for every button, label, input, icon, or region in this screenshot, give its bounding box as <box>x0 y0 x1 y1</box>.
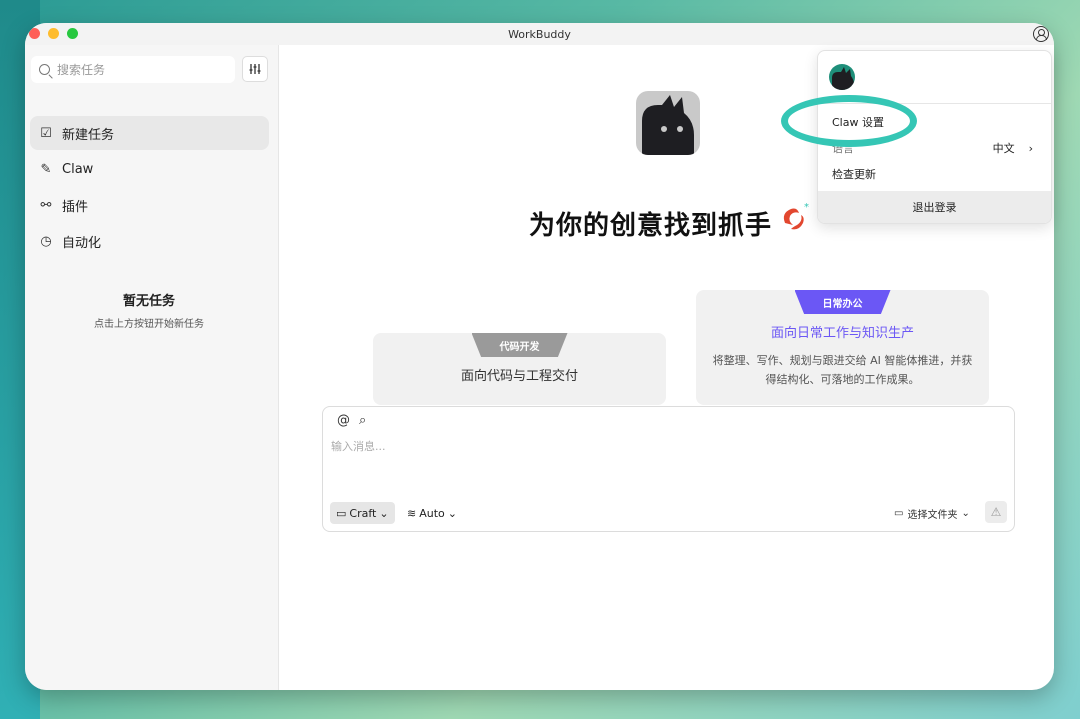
title-bar: WorkBuddy <box>25 23 1054 45</box>
app-logo <box>636 91 700 155</box>
monitor-icon: ▭ <box>894 507 904 519</box>
chevron-down-icon: ⌄ <box>379 506 389 520</box>
cat-logo-icon <box>642 95 694 155</box>
clock-icon: ◷ <box>40 233 52 249</box>
sidebar-item-claw[interactable]: ✎ Claw <box>30 152 269 186</box>
message-input[interactable]: 输入消息... <box>331 438 386 454</box>
window-controls <box>29 28 78 39</box>
annotation-highlight-circle <box>781 95 917 147</box>
mode-label: Craft <box>349 506 377 520</box>
send-icon: ⚠ <box>990 505 1002 519</box>
folder-select-button[interactable]: ▭ 选择文件夹 ⌄ <box>894 502 970 524</box>
window-title: WorkBuddy <box>508 27 571 41</box>
language-value-label: 中文 <box>992 142 1015 155</box>
sidebar-item-new-task[interactable]: ☑ 新建任务 <box>30 116 269 150</box>
chevron-down-icon: ⌄ <box>961 507 970 519</box>
sidebar-item-automation[interactable]: ◷ 自动化 <box>30 224 269 258</box>
chevron-right-icon: › <box>1028 141 1033 155</box>
empty-state-title: 暂无任务 <box>122 294 175 309</box>
logout-button[interactable]: 退出登录 <box>818 191 1051 223</box>
sidebar-item-label: 插件 <box>62 199 89 215</box>
sidebar-item-label: Claw <box>62 161 94 177</box>
claw-sticker-icon: * <box>783 202 809 230</box>
sidebar-item-label: 新建任务 <box>62 127 115 143</box>
card-title: 面向代码与工程交付 <box>460 369 578 384</box>
filter-button[interactable] <box>242 56 268 82</box>
zoom-window-button[interactable] <box>67 28 78 39</box>
send-button[interactable]: ⚠ <box>985 501 1007 523</box>
sidebar-item-plugins[interactable]: ⚯ 插件 <box>30 188 269 222</box>
message-composer: @ ⌕ 输入消息... ▭ Craft ⌄ ≋ Auto ⌄ ▭ 选择文件夹 ⌄… <box>322 406 1015 532</box>
checkbox-icon: ☑ <box>40 125 52 141</box>
search-input[interactable]: 搜索任务 <box>31 56 235 83</box>
mode-select-button[interactable]: ▭ Craft ⌄ <box>330 502 395 524</box>
sliders-icon <box>249 64 261 74</box>
minimize-window-button[interactable] <box>48 28 59 39</box>
cat-avatar-icon <box>832 67 854 90</box>
mode-card-code[interactable]: 代码开发 面向代码与工程交付 <box>373 333 666 405</box>
avatar <box>829 64 855 90</box>
card-description: 将整理、写作、规划与跟进交给 AI 智能体推进，并获得结构化、可落地的工作成果。 <box>712 354 973 386</box>
menu-item-check-updates[interactable]: 检查更新 <box>832 166 876 182</box>
search-icon <box>39 64 50 75</box>
card-badge: 代码开发 <box>471 333 568 357</box>
language-value: 中文 › <box>993 140 1033 156</box>
attachment-icon[interactable]: ⌕ <box>359 413 366 428</box>
claw-icon: ✎ <box>40 161 52 177</box>
close-window-button[interactable] <box>29 28 40 39</box>
card-title: 面向日常工作与知识生产 <box>770 326 914 341</box>
chevron-down-icon: ⌄ <box>447 506 457 520</box>
page-headline: 为你的创意找到抓手 <box>529 211 773 241</box>
search-placeholder: 搜索任务 <box>57 63 106 77</box>
model-select-button[interactable]: ≋ Auto ⌄ <box>407 502 457 524</box>
folder-icon: ▭ <box>336 506 347 520</box>
model-label: Auto <box>419 506 445 520</box>
layers-icon: ≋ <box>407 506 417 520</box>
sidebar-item-label: 自动化 <box>62 235 102 251</box>
folder-select-label: 选择文件夹 <box>907 509 958 521</box>
mention-icon[interactable]: @ <box>337 413 350 428</box>
empty-state-subtitle: 点击上方按钮开始新任务 <box>94 319 204 330</box>
plug-icon: ⚯ <box>40 197 52 213</box>
svg-text:*: * <box>804 202 809 213</box>
sidebar: 搜索任务 ☑ 新建任务 ✎ Claw ⚯ 插件 ◷ 自动化 暂无任务 点击上方按… <box>25 45 279 690</box>
account-icon[interactable] <box>1033 26 1049 42</box>
card-badge: 日常办公 <box>794 290 891 314</box>
mode-card-office[interactable]: 日常办公 面向日常工作与知识生产 将整理、写作、规划与跟进交给 AI 智能体推进… <box>696 290 989 405</box>
